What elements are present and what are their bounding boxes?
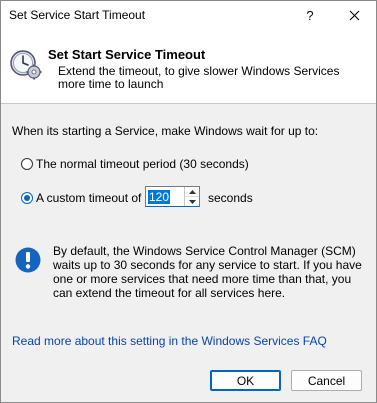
custom-timeout-option[interactable]: A custom timeout of <box>21 191 141 205</box>
window-title: Set Service Start Timeout <box>9 8 146 22</box>
close-icon <box>349 10 359 21</box>
normal-timeout-option[interactable]: The normal timeout period (30 seconds) <box>21 157 249 171</box>
cancel-button-label: Cancel <box>307 373 346 388</box>
chevron-up-icon <box>188 189 196 194</box>
chevron-down-icon <box>188 199 196 204</box>
dialog-header: Set Start Service Timeout Extend the tim… <box>1 30 376 104</box>
ok-button-label: OK <box>236 373 255 388</box>
help-button[interactable]: ? <box>292 1 328 30</box>
header-title: Set Start Service Timeout <box>48 47 206 62</box>
help-icon: ? <box>306 8 314 23</box>
timeout-prompt: When its starting a Service, make Window… <box>12 124 319 138</box>
services-faq-link[interactable]: Read more about this setting in the Wind… <box>12 334 327 348</box>
normal-timeout-radio[interactable] <box>21 158 33 170</box>
clock-gear-icon <box>10 50 42 80</box>
custom-timeout-label[interactable]: A custom timeout of <box>36 191 141 205</box>
dialog-window: Set Service Start Timeout ? Set Start Se… <box>0 0 377 403</box>
header-description: Extend the timeout, to give slower Windo… <box>58 64 340 91</box>
info-text: By default, the Windows Service Control … <box>53 244 362 300</box>
ok-button[interactable]: OK <box>210 370 281 391</box>
custom-timeout-radio[interactable] <box>21 192 33 204</box>
timeout-input[interactable]: 120 <box>148 190 171 204</box>
normal-timeout-label[interactable]: The normal timeout period (30 seconds) <box>36 157 249 171</box>
title-bar[interactable]: Set Service Start Timeout ? <box>1 1 376 30</box>
cancel-button[interactable]: Cancel <box>291 370 362 391</box>
spinner-buttons <box>184 187 199 206</box>
seconds-label: seconds <box>208 191 253 205</box>
spin-up-button[interactable] <box>185 187 199 197</box>
timeout-spinner[interactable]: 120 <box>145 186 200 207</box>
info-icon <box>15 247 41 273</box>
close-button[interactable] <box>336 1 372 30</box>
spin-down-button[interactable] <box>185 197 199 206</box>
